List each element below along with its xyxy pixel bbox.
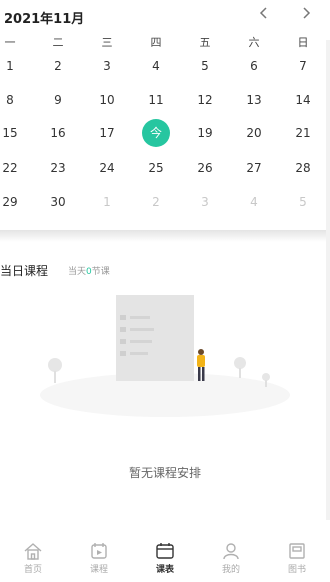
calendar-day[interactable]: 27 [239, 153, 269, 183]
calendar-day[interactable]: 5 [190, 51, 220, 81]
tab-label: 首页 [23, 565, 42, 575]
course-icon [66, 542, 132, 560]
today-courses-count: 当天0节课 [68, 264, 110, 277]
calendar-day[interactable]: 7 [288, 51, 318, 81]
weekday-label: 六 [248, 36, 260, 49]
tab-user[interactable]: 我的 [198, 542, 264, 575]
calendar-day[interactable]: 1 [0, 51, 25, 81]
calendar-day[interactable]: 12 [190, 85, 220, 115]
weekday-label: 二 [52, 36, 64, 49]
tab-book[interactable]: 图书 [264, 542, 330, 575]
calendar-day-today[interactable]: 今 [142, 119, 170, 147]
calendar-day[interactable]: 23 [43, 153, 73, 183]
calendar-day[interactable]: 4 [239, 187, 269, 217]
calendar-divider [0, 230, 330, 242]
calendar-day[interactable]: 28 [288, 153, 318, 183]
calendar-day[interactable]: 17 [92, 118, 122, 148]
calendar-day[interactable]: 22 [0, 153, 25, 183]
weekday-label: 日 [297, 36, 309, 49]
calendar-day[interactable]: 25 [141, 153, 171, 183]
calendar-day[interactable]: 15 [0, 118, 25, 148]
calendar-day[interactable]: 13 [239, 85, 269, 115]
calendar-day[interactable]: 19 [190, 118, 220, 148]
chevron-right-icon[interactable] [296, 6, 316, 24]
tab-course[interactable]: 课程 [66, 542, 132, 575]
calendar-day[interactable]: 11 [141, 85, 171, 115]
calendar-day[interactable]: 2 [43, 51, 73, 81]
chevron-left-icon[interactable] [254, 6, 274, 24]
weekday-label: 一 [4, 36, 16, 49]
empty-state-text: 暂无课程安排 [128, 466, 201, 480]
count-prefix: 当天 [68, 267, 87, 277]
book-icon [264, 542, 330, 560]
weekday-label: 四 [150, 36, 162, 49]
home-icon [0, 542, 66, 560]
tab-label: 课表 [155, 565, 174, 575]
calendar-day[interactable]: 9 [43, 85, 73, 115]
calendar-header: 2021年11月 [0, 0, 330, 30]
tab-home[interactable]: 首页 [0, 542, 66, 575]
calendar-day[interactable]: 24 [92, 153, 122, 183]
tab-label: 课程 [89, 565, 108, 575]
today-courses-title: 当日课程 [0, 264, 49, 278]
calendar-day[interactable]: 21 [288, 118, 318, 148]
calendar-day[interactable]: 16 [43, 118, 73, 148]
empty-illustration [40, 295, 290, 417]
calendar-day[interactable]: 2 [141, 187, 171, 217]
calendar-day[interactable]: 29 [0, 187, 25, 217]
weekday-header: 一二三四五六日 [0, 34, 330, 50]
weekday-label: 五 [199, 36, 211, 49]
calendar-day[interactable]: 5 [288, 187, 318, 217]
count-suffix: 节课 [91, 267, 110, 277]
calendar-day[interactable]: 14 [288, 85, 318, 115]
right-edge-strip [326, 40, 330, 520]
month-title: 2021年11月 [4, 12, 85, 27]
weekday-label: 三 [101, 36, 113, 49]
calendar-day[interactable]: 4 [141, 51, 171, 81]
calendar-day[interactable]: 3 [92, 51, 122, 81]
calendar-day[interactable]: 1 [92, 187, 122, 217]
calendar-day[interactable]: 20 [239, 118, 269, 148]
calendar-day[interactable]: 3 [190, 187, 220, 217]
tab-label: 我的 [221, 565, 240, 575]
tab-label: 图书 [287, 565, 306, 575]
calendar-day[interactable]: 10 [92, 85, 122, 115]
tab-timetable[interactable]: 课表 [132, 542, 198, 575]
timetable-icon [132, 542, 198, 560]
calendar-day[interactable]: 6 [239, 51, 269, 81]
calendar-day[interactable]: 26 [190, 153, 220, 183]
calendar-grid: 1 2 3 4 5 6 7 8 9 10 11 12 13 14 15 16 17 今 19 20 21 22 23 24 25… [0, 52, 330, 228]
calendar-day[interactable]: 30 [43, 187, 73, 217]
user-icon [198, 542, 264, 560]
calendar-day[interactable]: 8 [0, 85, 25, 115]
bottom-tab-bar: 首页 课程 课表 我的 图书 [0, 540, 330, 582]
